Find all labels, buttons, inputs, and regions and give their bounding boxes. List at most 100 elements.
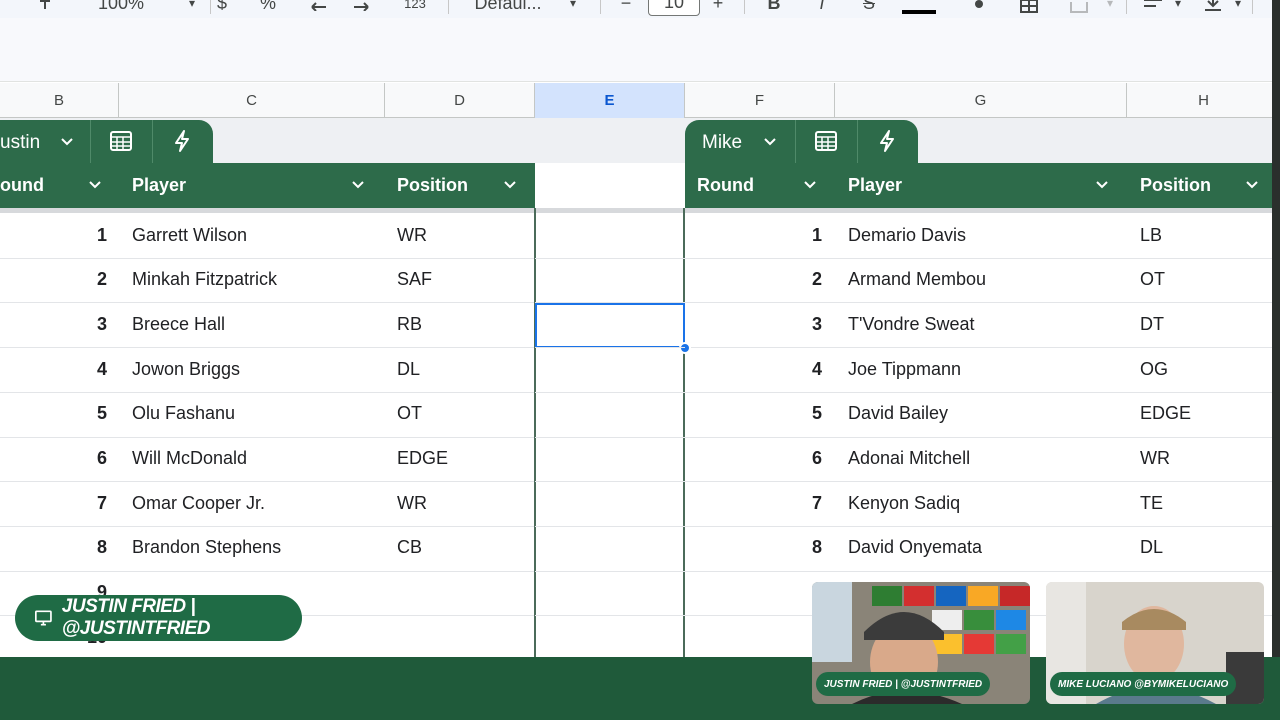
cell-player[interactable]: Minkah Fitzpatrick: [132, 258, 382, 302]
increase-decimal-icon[interactable]: [350, 0, 376, 16]
header-position[interactable]: Position: [1140, 163, 1280, 208]
cell-round[interactable]: 4: [0, 347, 107, 391]
cell-round[interactable]: 2: [700, 258, 822, 302]
cell-position[interactable]: CB: [397, 526, 527, 570]
column-header-d[interactable]: D: [385, 83, 535, 118]
cell-position[interactable]: OT: [397, 392, 527, 436]
chevron-down-icon[interactable]: ▾: [1104, 0, 1116, 16]
chevron-down-icon[interactable]: [88, 178, 102, 192]
cell-round[interactable]: 1: [700, 571, 822, 615]
column-header-g[interactable]: G: [835, 83, 1127, 118]
vertical-align-icon[interactable]: [1200, 0, 1226, 16]
cell-position[interactable]: TE: [1140, 481, 1270, 525]
cell-position[interactable]: [397, 615, 527, 659]
decrease-decimal-icon[interactable]: [304, 0, 330, 16]
cell-position[interactable]: OG: [1140, 347, 1270, 391]
italic-icon[interactable]: I: [812, 0, 832, 16]
lightning-icon[interactable]: [874, 128, 900, 154]
cell-round[interactable]: 8: [0, 526, 107, 570]
cell-player[interactable]: David Onyemata: [848, 526, 1098, 570]
column-header-e[interactable]: E: [535, 83, 685, 118]
font-size-input[interactable]: 10: [648, 0, 700, 16]
cell-player[interactable]: Brandon Stephens: [132, 526, 382, 570]
zoom-select[interactable]: 100%: [86, 0, 156, 16]
header-player[interactable]: Player: [132, 163, 385, 208]
cell-round[interactable]: 5: [0, 392, 107, 436]
cell-position[interactable]: WR: [397, 481, 527, 525]
column-header-f[interactable]: F: [685, 83, 835, 118]
cell-position[interactable]: SAF: [397, 258, 527, 302]
cell-position[interactable]: [397, 571, 527, 615]
percent-format-button[interactable]: %: [258, 0, 278, 16]
chevron-down-icon[interactable]: [60, 135, 74, 149]
chevron-down-icon[interactable]: [503, 178, 517, 192]
cell-player[interactable]: David Bailey: [848, 392, 1098, 436]
chevron-down-icon[interactable]: ▾: [1172, 0, 1184, 16]
chevron-down-icon[interactable]: [803, 178, 817, 192]
cell-position[interactable]: DL: [1140, 526, 1270, 570]
header-round[interactable]: ound: [0, 163, 119, 208]
strikethrough-icon[interactable]: S: [858, 0, 880, 16]
borders-icon[interactable]: [1016, 0, 1042, 16]
cell-round[interactable]: 1: [700, 213, 822, 257]
fill-color-icon[interactable]: [966, 0, 992, 16]
cell-position[interactable]: DL: [397, 347, 527, 391]
table-tab-justin[interactable]: ustin: [0, 120, 213, 163]
chevron-down-icon[interactable]: ▾: [1232, 0, 1244, 16]
bold-icon[interactable]: B: [764, 0, 784, 16]
more-formats-button[interactable]: 123: [398, 0, 432, 16]
cell-player[interactable]: Demario Davis: [848, 213, 1098, 257]
cell-player[interactable]: Olu Fashanu: [132, 392, 382, 436]
cell-position[interactable]: WR: [1140, 437, 1270, 481]
cell-round[interactable]: 3: [0, 302, 107, 346]
cell-position[interactable]: EDGE: [397, 437, 527, 481]
cell-player[interactable]: Garrett Wilson: [132, 213, 382, 257]
cell-round[interactable]: 2: [0, 258, 107, 302]
cell-position[interactable]: DT: [1140, 302, 1270, 346]
currency-format-button[interactable]: $: [214, 0, 230, 16]
column-header-h[interactable]: H: [1127, 83, 1280, 118]
cell-player[interactable]: Will McDonald: [132, 437, 382, 481]
chevron-down-icon[interactable]: ▾: [566, 0, 580, 16]
cell-player[interactable]: T'Vondre Sweat: [848, 302, 1098, 346]
column-header-b[interactable]: B: [0, 83, 119, 118]
table-view-icon[interactable]: [108, 128, 134, 154]
cell-round[interactable]: 8: [700, 526, 822, 570]
cell-position[interactable]: EDGE: [1140, 392, 1270, 436]
cell-player[interactable]: Kenyon Sadiq: [848, 481, 1098, 525]
formula-bar[interactable]: [0, 18, 1280, 82]
table-view-icon[interactable]: [813, 128, 839, 154]
cell-round[interactable]: 7: [0, 481, 107, 525]
cell-round[interactable]: 6: [0, 437, 107, 481]
header-round[interactable]: Round: [697, 163, 835, 208]
cell-position[interactable]: OT: [1140, 258, 1270, 302]
minus-icon[interactable]: −: [616, 0, 636, 16]
chevron-down-icon[interactable]: [1245, 178, 1259, 192]
cell-round[interactable]: 7: [700, 481, 822, 525]
cell-position[interactable]: LB: [1140, 213, 1270, 257]
text-color-icon[interactable]: [902, 0, 936, 16]
font-select[interactable]: Defaul...: [466, 0, 550, 16]
cell-position[interactable]: WR: [397, 213, 527, 257]
selected-cell[interactable]: [535, 303, 685, 348]
cell-round[interactable]: 1: [0, 213, 107, 257]
column-header-c[interactable]: C: [119, 83, 385, 118]
header-position[interactable]: Position: [397, 163, 535, 208]
lightning-icon[interactable]: [169, 128, 195, 154]
chevron-down-icon[interactable]: [1095, 178, 1109, 192]
horizontal-align-icon[interactable]: [1140, 0, 1166, 16]
cell-player[interactable]: Breece Hall: [132, 302, 382, 346]
cell-player[interactable]: Jowon Briggs: [132, 347, 382, 391]
chevron-down-icon[interactable]: [763, 135, 777, 149]
paint-format-icon[interactable]: [36, 0, 56, 16]
cell-position[interactable]: RB: [397, 302, 527, 346]
cell-player[interactable]: Omar Cooper Jr.: [132, 481, 382, 525]
chevron-down-icon[interactable]: ▾: [184, 0, 200, 16]
table-tab-mike[interactable]: Mike: [685, 120, 918, 163]
cell-player[interactable]: Armand Membou: [848, 258, 1098, 302]
cell-round[interactable]: 4: [700, 347, 822, 391]
merge-cells-icon[interactable]: [1066, 0, 1092, 16]
cell-player[interactable]: Adonai Mitchell: [848, 437, 1098, 481]
chevron-down-icon[interactable]: [351, 178, 365, 192]
cell-player[interactable]: Joe Tippmann: [848, 347, 1098, 391]
